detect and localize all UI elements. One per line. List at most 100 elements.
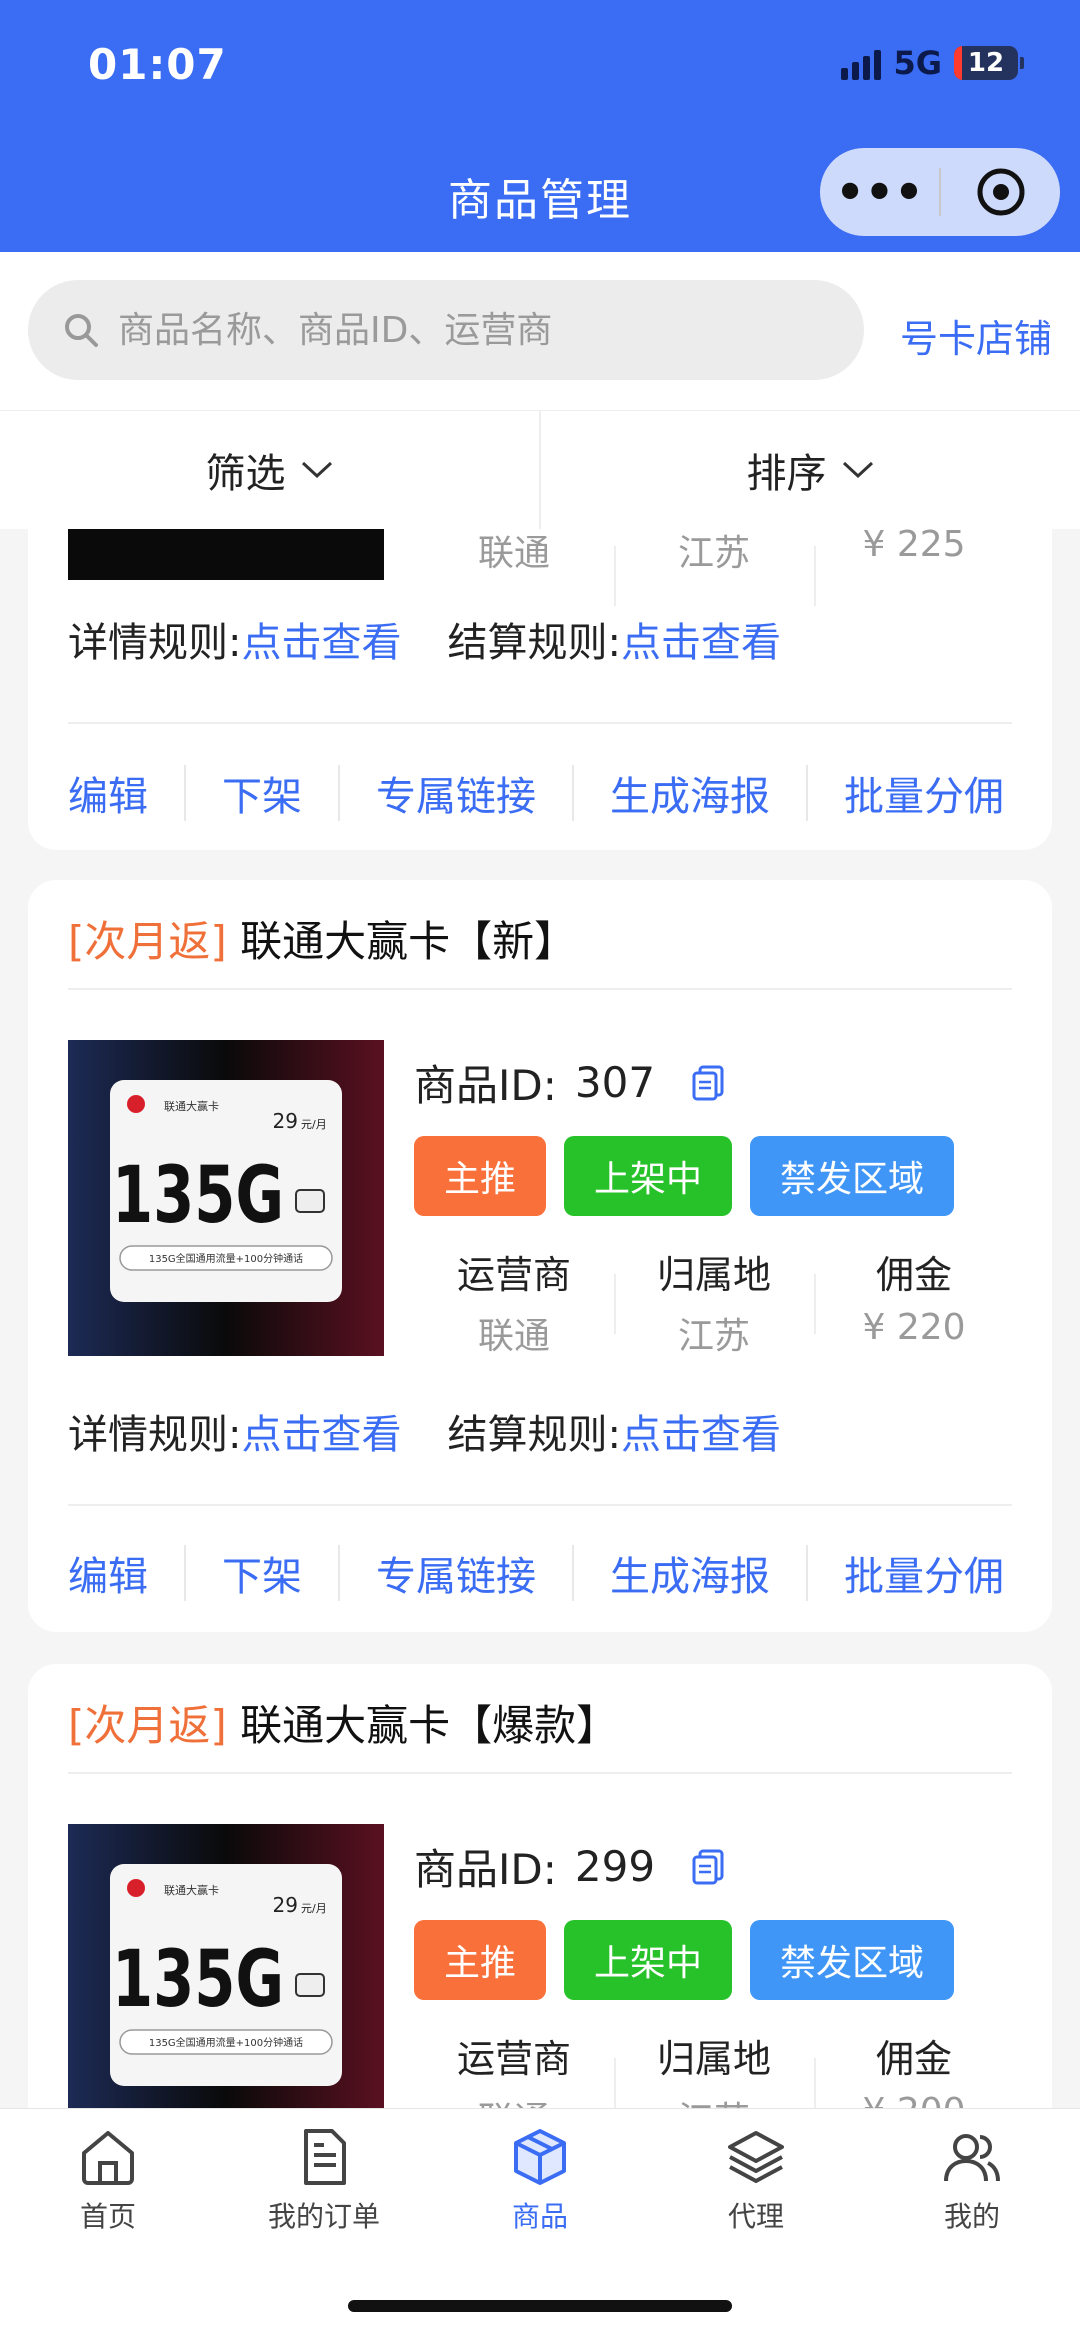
action-bar: 编辑 下架 专属链接 生成海报 批量分佣 [68, 764, 1012, 822]
chevron-down-icon [842, 461, 873, 479]
nav-agent[interactable]: 代理 [648, 2125, 864, 2275]
image-desc: 135G全国通用流量+100分钟通话 [149, 1252, 303, 1265]
region-value: 江苏 [677, 533, 750, 574]
settle-rule-label: 结算规则: [447, 620, 621, 666]
home-indicator[interactable] [348, 2300, 732, 2312]
search-row: 号卡店铺 [0, 252, 1080, 410]
copy-icon[interactable] [691, 1064, 725, 1102]
rules-row: 详情规则:点击查看 结算规则:点击查看 [68, 610, 781, 668]
filter-label: 筛选 [205, 451, 286, 497]
detail-rule-link[interactable]: 点击查看 [241, 620, 401, 666]
badge-row: 主推 上架中 禁发区域 [414, 1136, 954, 1216]
filter-bar: 筛选 排序 [0, 410, 1080, 529]
sort-label: 排序 [746, 451, 827, 497]
exclusive-link-button[interactable]: 专属链接 [376, 764, 536, 822]
exclusive-link-button[interactable]: 专属链接 [376, 1544, 536, 1602]
sort-dropdown[interactable]: 排序 [541, 411, 1080, 529]
image-plan: 联通大赢卡 [164, 1099, 219, 1113]
detail-rule-link[interactable]: 点击查看 [241, 1412, 401, 1458]
product-image [68, 528, 384, 580]
recommend-badge[interactable]: 主推 [414, 1136, 546, 1216]
image-data: 135G [112, 1935, 284, 2025]
filter-dropdown[interactable]: 筛选 [0, 411, 539, 529]
product-stats: 联通 江苏 ¥ 225 [414, 528, 1014, 606]
commission-value: ¥ 220 [862, 1307, 966, 1348]
badge-row: 主推 上架中 禁发区域 [414, 1920, 954, 2000]
settle-rule-link[interactable]: 点击查看 [621, 620, 781, 666]
chevron-down-icon [301, 461, 332, 479]
product-card: [次月返] 联通大赢卡【新】 联通大赢卡 29 元/月 135G 135G全国通… [28, 880, 1052, 1632]
image-price: 29 [273, 1109, 298, 1133]
product-title: [次月返] 联通大赢卡【新】 [68, 908, 576, 969]
operator-value: 联通 [477, 533, 550, 574]
recommend-badge[interactable]: 主推 [414, 1920, 546, 2000]
product-list: 联通 江苏 ¥ 225 详情规则:点击查看 结算规则:点击查看 编辑 下架 专属… [0, 528, 1080, 2108]
nav-orders[interactable]: 我的订单 [216, 2125, 432, 2275]
product-image: 联通大赢卡 29 元/月 135G 135G全国通用流量+100分钟通话 [68, 1824, 384, 2108]
delist-button[interactable]: 下架 [222, 764, 302, 822]
top-bar: 01:07 5G 12 商品管理 ••• [0, 0, 1080, 252]
delist-button[interactable]: 下架 [222, 1544, 302, 1602]
id-label: 商品ID: [414, 1061, 557, 1110]
restricted-region-badge[interactable]: 禁发区域 [750, 1920, 954, 2000]
nav-mine[interactable]: 我的 [864, 2125, 1080, 2275]
batch-commission-button[interactable]: 批量分佣 [844, 764, 1004, 822]
settle-rule-label: 结算规则: [447, 1412, 621, 1458]
nav-products[interactable]: 商品 [432, 2125, 648, 2275]
more-icon[interactable]: ••• [820, 148, 939, 236]
search-box[interactable] [28, 280, 864, 380]
product-stats: 运营商 联通 归属地 江苏 佣金 ¥ 220 [414, 1244, 1014, 1359]
region-label: 归属地 [656, 2037, 771, 2081]
image-price: 29 [273, 1893, 298, 1917]
nav-home[interactable]: 首页 [0, 2125, 216, 2275]
title-text: 联通大赢卡【爆款】 [240, 1701, 619, 1750]
shop-link[interactable]: 号卡店铺 [900, 308, 1052, 363]
product-image: 联通大赢卡 29 元/月 135G 135G全国通用流量+100分钟通话 [68, 1040, 384, 1356]
title-text: 联通大赢卡【新】 [240, 917, 577, 966]
listed-badge[interactable]: 上架中 [564, 1920, 732, 2000]
box-icon [514, 2129, 566, 2185]
signal-icon [841, 46, 882, 80]
restricted-region-badge[interactable]: 禁发区域 [750, 1136, 954, 1216]
commission-label: 佣金 [875, 2037, 952, 2081]
battery-icon: 12 [954, 46, 1024, 80]
edit-button[interactable]: 编辑 [68, 764, 148, 822]
commission-label: 佣金 [875, 1253, 952, 1297]
product-id-row: 商品ID: 299 [414, 1836, 725, 1897]
close-target-icon[interactable] [941, 166, 1060, 218]
region-value: 江苏 [677, 1316, 750, 1357]
edit-button[interactable]: 编辑 [68, 1544, 148, 1602]
settle-rule-link[interactable]: 点击查看 [621, 1412, 781, 1458]
commission-value: ¥ 200 [814, 2091, 1014, 2108]
user-icon [944, 2134, 1000, 2182]
product-card: [次月返] 联通大赢卡【爆款】 联通大赢卡 29 元/月 135G 135G全国… [28, 1664, 1052, 2108]
status-time: 01:07 [88, 40, 227, 89]
region-label: 归属地 [656, 1253, 771, 1297]
copy-icon[interactable] [691, 1848, 725, 1886]
image-plan: 联通大赢卡 [164, 1883, 219, 1897]
batch-commission-button[interactable]: 批量分佣 [844, 1544, 1004, 1602]
product-card: 联通 江苏 ¥ 225 详情规则:点击查看 结算规则:点击查看 编辑 下架 专属… [28, 528, 1052, 850]
product-id-row: 商品ID: 307 [414, 1052, 725, 1113]
nav-orders-label: 我的订单 [267, 2200, 380, 2233]
poster-button[interactable]: 生成海报 [610, 1544, 770, 1602]
operator-label: 运营商 [456, 1253, 571, 1297]
network-label: 5G [893, 44, 942, 82]
search-icon [62, 311, 100, 349]
nav-products-label: 商品 [511, 2200, 568, 2233]
status-icons: 5G 12 [841, 44, 1024, 82]
product-title: [次月返] 联通大赢卡【爆款】 [68, 1692, 618, 1753]
poster-button[interactable]: 生成海报 [610, 764, 770, 822]
product-id: 299 [574, 1842, 656, 1891]
title-tag: [次月返] [68, 1701, 227, 1750]
image-data: 135G [112, 1151, 284, 1241]
image-price-unit: 元/月 [301, 1118, 327, 1131]
rules-row: 详情规则:点击查看 结算规则:点击查看 [68, 1402, 781, 1460]
nav-mine-label: 我的 [943, 2200, 1000, 2233]
search-input[interactable] [116, 308, 820, 352]
listed-badge[interactable]: 上架中 [564, 1136, 732, 1216]
order-icon [304, 2129, 346, 2185]
detail-rule-label: 详情规则: [68, 1412, 242, 1458]
layers-icon [728, 2131, 784, 2183]
operator-label: 运营商 [456, 2037, 571, 2081]
